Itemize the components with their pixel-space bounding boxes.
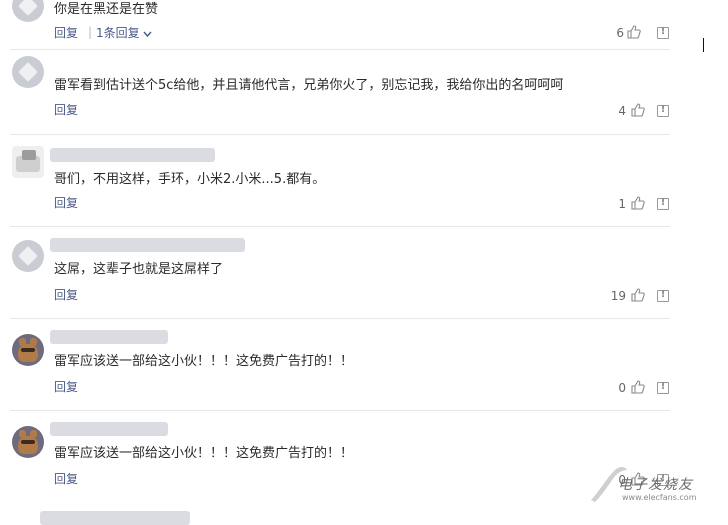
avatar[interactable] [12,0,44,22]
report-icon[interactable] [657,197,669,210]
comment-item: 这屌，这辈子也就是这屌样了 回复 19 [0,232,690,324]
comment-text: 你是在黑还是在赞 [54,2,159,17]
username-blurred [50,330,168,344]
divider [10,410,670,411]
comment-item: 雷军看到估计送个5c给他，并且请他代言，兄弟你火了，别忘记我，我给你出的名呵呵呵… [0,48,690,140]
comment-text: 雷军应该送一部给这小伙！！！这免费广告打的！！ [54,354,354,369]
like-count: 4 [618,104,626,118]
username-blurred [40,511,190,525]
comment-item: 雷军应该送一部给这小伙！！！这免费广告打的！！ 回复 0 [0,324,690,416]
text-cursor [703,38,704,52]
reply-button[interactable]: 回复 [54,288,78,302]
report-icon[interactable] [657,289,669,302]
reply-button[interactable]: 回复 [54,26,78,40]
view-replies-link[interactable]: 1条回复 [96,26,152,40]
avatar[interactable] [12,240,44,272]
comment-item: 哥们，不用这样，手环，小米2.小米...5.都有。 回复 1 [0,140,690,232]
report-icon[interactable] [657,26,669,39]
reply-button[interactable]: 回复 [54,103,78,117]
comment-text: 雷军应该送一部给这小伙！！！这免费广告打的！！ [54,446,354,461]
comment-text: 雷军看到估计送个5c给他，并且请他代言，兄弟你火了，别忘记我，我给你出的名呵呵呵 [54,78,564,93]
reply-button[interactable]: 回复 [54,472,78,486]
report-icon[interactable] [657,381,669,394]
report-icon[interactable] [657,104,669,117]
avatar[interactable] [12,146,44,178]
chevron-down-icon [143,31,152,37]
username-blurred [50,238,245,252]
reply-button[interactable]: 回复 [54,380,78,394]
avatar[interactable] [12,334,44,366]
avatar[interactable] [12,56,44,88]
reply-button[interactable]: 回复 [54,196,78,210]
like-count: 19 [610,289,626,303]
thumbs-up-icon[interactable] [631,288,645,302]
like-count: 6 [616,26,624,40]
comment-text: 哥们，不用这样，手环，小米2.小米...5.都有。 [54,172,326,187]
divider [10,226,670,227]
view-replies-label: 1条回复 [96,26,140,40]
username-blurred [50,422,168,436]
thumbs-up-icon[interactable] [631,196,645,210]
separator: | [88,25,93,39]
comment-text: 这屌，这辈子也就是这屌样了 [54,262,224,277]
thumbs-up-icon[interactable] [631,103,645,117]
divider [10,134,670,135]
username-blurred [50,148,215,162]
watermark-url: www.elecfans.com [622,493,697,502]
like-count: 1 [618,197,626,211]
avatar[interactable] [12,426,44,458]
watermark-title: 电子发烧友 [618,477,693,493]
thumbs-up-icon[interactable] [627,25,641,39]
like-count: 0 [618,381,626,395]
thumbs-up-icon[interactable] [631,380,645,394]
divider [10,318,670,319]
